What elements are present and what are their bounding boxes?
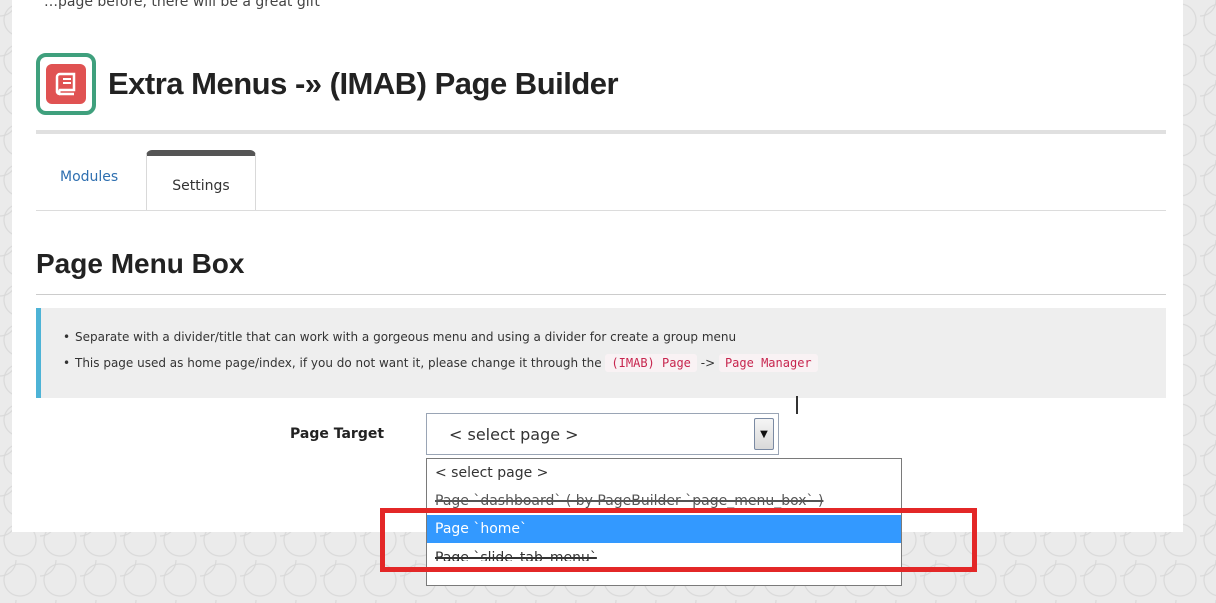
notice-item: This page used as home page/index, if yo… (63, 350, 1166, 376)
section-divider (36, 294, 1166, 295)
dropdown-option[interactable]: < select page > (427, 459, 901, 487)
book-icon (46, 64, 86, 104)
dropdown-option[interactable]: Page `slide_tab_menu` (427, 543, 901, 561)
tab-modules[interactable]: Modules (60, 169, 118, 185)
page-title: Extra Menus -» (IMAB) Page Builder (108, 66, 619, 101)
page-target-label: Page Target (290, 426, 385, 442)
tab-settings-label: Settings (172, 178, 230, 194)
tab-bar: Modules Settings (36, 148, 1166, 211)
dropdown-option[interactable]: Page `dashboard` ( by PageBuilder `page_… (427, 487, 901, 515)
notice-item: Separate with a divider/title that can w… (63, 324, 1166, 350)
page-target-select[interactable]: < select page > ▼ (426, 413, 779, 455)
chevron-down-icon: ▼ (760, 428, 768, 440)
header-divider (36, 130, 1166, 134)
code-imab-page: (IMAB) Page (605, 354, 697, 372)
text-cursor (796, 396, 798, 414)
dropdown-option-selected[interactable]: Page `home` (427, 515, 901, 543)
page-target-dropdown: < select page > Page `dashboard` ( by Pa… (426, 458, 902, 586)
tab-settings[interactable]: Settings (146, 150, 256, 210)
page-header: Extra Menus -» (IMAB) Page Builder (36, 48, 619, 120)
code-page-manager: Page Manager (718, 354, 818, 372)
page-target-value: < select page > (449, 424, 579, 444)
section-title: Page Menu Box (36, 248, 245, 279)
info-notice: Separate with a divider/title that can w… (36, 308, 1166, 398)
app-logo (36, 53, 96, 115)
top-caption: …page before, there will be a great gift (44, 0, 320, 10)
dropdown-arrow-button[interactable]: ▼ (754, 418, 774, 450)
